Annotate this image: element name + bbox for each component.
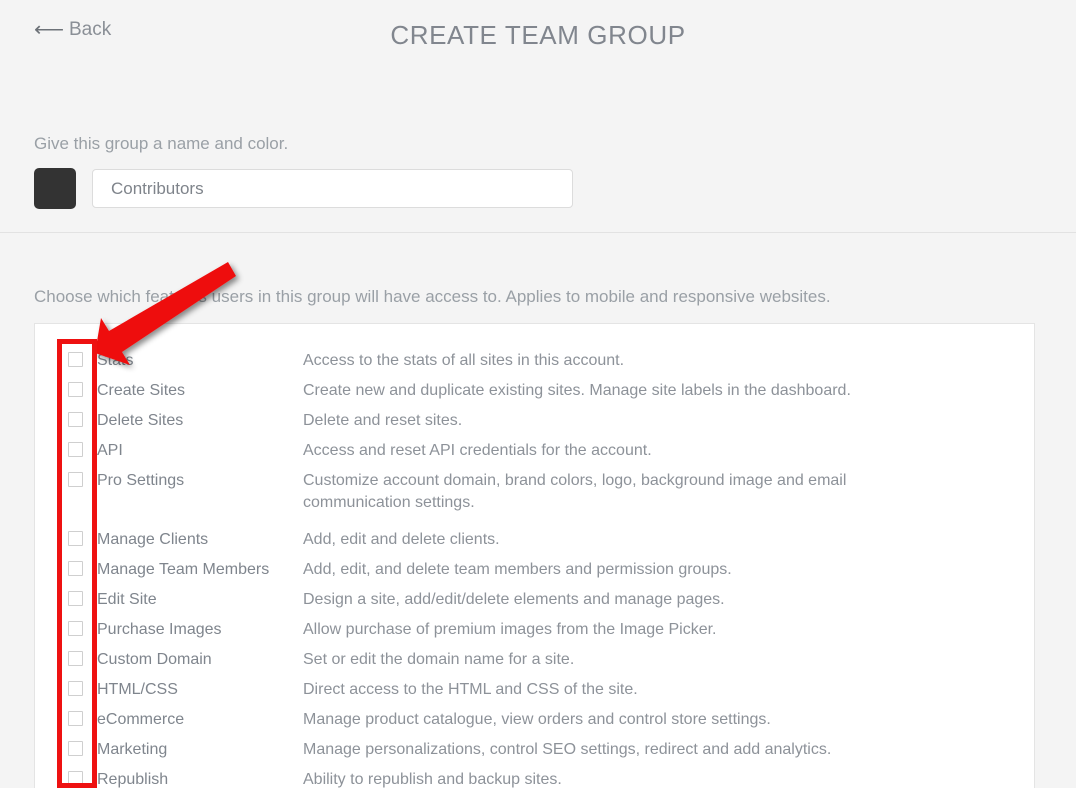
page-header: ⟵ Back CREATE TEAM GROUP (0, 0, 1076, 60)
feature-checkbox-cell (35, 619, 97, 636)
feature-row: Stats Access to the stats of all sites in… (35, 350, 1034, 380)
feature-description: Customize account domain, brand colors, … (303, 470, 1034, 514)
feature-row: eCommerce Manage product catalogue, view … (35, 709, 1034, 739)
feature-description: Create new and duplicate existing sites.… (303, 380, 1034, 402)
feature-description-line1: Delete and reset sites. (303, 412, 463, 429)
feature-label: Pro Settings (97, 472, 185, 489)
feature-checkbox-cell (35, 350, 97, 367)
feature-row: Create Sites Create new and duplicate exi… (35, 380, 1034, 410)
feature-label: Delete Sites (97, 412, 184, 429)
checkbox-icon[interactable] (68, 352, 83, 367)
feature-checkbox-cell (35, 679, 97, 696)
feature-row: Marketing Manage personalizations, contro… (35, 739, 1034, 769)
feature-description: Direct access to the HTML and CSS of the… (303, 679, 1034, 701)
group-name-section: Give this group a name and color. (0, 60, 1076, 233)
feature-row: Pro Settings Customize account domain, br… (35, 470, 1034, 514)
feature-description-line1: Ability to republish and backup sites. (303, 771, 562, 788)
checkbox-icon[interactable] (68, 621, 83, 636)
feature-label: Edit Site (97, 591, 157, 608)
feature-label: Stats (97, 352, 134, 369)
feature-description-line1: Manage product catalogue, view orders an… (303, 711, 771, 728)
feature-description: Access and reset API credentials for the… (303, 440, 1034, 462)
feature-checkbox-cell (35, 649, 97, 666)
checkbox-icon[interactable] (68, 412, 83, 427)
feature-description-line1: Add, edit and delete clients. (303, 531, 500, 548)
feature-description: Design a site, add/edit/delete elements … (303, 589, 1034, 611)
checkbox-icon[interactable] (68, 472, 83, 487)
feature-row: Custom Domain Set or edit the domain name… (35, 649, 1034, 679)
feature-description-line1: Access and reset API credentials for the… (303, 442, 652, 459)
feature-row: Purchase Images Allow purchase of premium… (35, 619, 1034, 649)
feature-description-line1: Allow purchase of premium images from th… (303, 621, 717, 638)
feature-description-line1: Create new and duplicate existing sites.… (303, 382, 851, 399)
feature-label: Manage Clients (97, 531, 209, 548)
feature-row: HTML/CSS Direct access to the HTML and CS… (35, 679, 1034, 709)
group-name-row (34, 168, 573, 209)
feature-description: Add, edit and delete clients. (303, 529, 1034, 551)
feature-row: Delete Sites Delete and reset sites. (35, 410, 1034, 440)
feature-label: API (97, 442, 123, 459)
group-name-hint: Give this group a name and color. (34, 134, 289, 153)
group-name-input[interactable] (92, 169, 573, 208)
feature-label: Purchase Images (97, 621, 222, 638)
feature-row: Edit Site Design a site, add/edit/delete … (35, 589, 1034, 619)
checkbox-icon[interactable] (68, 681, 83, 696)
feature-row: Republish Ability to republish and backup… (35, 769, 1034, 788)
feature-row: API Access and reset API credentials for … (35, 440, 1034, 470)
feature-label: Manage Team Members (97, 561, 270, 578)
feature-description: Ability to republish and backup sites. (303, 769, 1034, 788)
feature-row: Manage Team Members Add, edit, and delete… (35, 559, 1034, 589)
checkbox-icon[interactable] (68, 741, 83, 756)
feature-checkbox-cell (35, 709, 97, 726)
feature-checkbox-cell (35, 529, 97, 546)
feature-description: Manage product catalogue, view orders an… (303, 709, 1034, 731)
checkbox-icon[interactable] (68, 442, 83, 457)
feature-description: Delete and reset sites. (303, 410, 1034, 432)
feature-description: Manage personalizations, control SEO set… (303, 739, 1034, 761)
feature-description-line1: Design a site, add/edit/delete elements … (303, 591, 725, 608)
feature-label: Create Sites (97, 382, 186, 399)
feature-checkbox-cell (35, 440, 97, 457)
feature-description-line1: Direct access to the HTML and CSS of the… (303, 681, 638, 698)
feature-description-line1: Set or edit the domain name for a site. (303, 651, 575, 668)
checkbox-icon[interactable] (68, 531, 83, 546)
features-intro-text: Choose which features users in this grou… (34, 287, 831, 306)
feature-description: Set or edit the domain name for a site. (303, 649, 1034, 671)
feature-checkbox-cell (35, 470, 97, 487)
feature-description-line2: communication settings. (303, 494, 475, 511)
features-list: Stats Access to the stats of all sites in… (35, 324, 1034, 788)
feature-description: Add, edit, and delete team members and p… (303, 559, 1034, 581)
feature-checkbox-cell (35, 589, 97, 606)
feature-label: HTML/CSS (97, 681, 178, 698)
group-color-swatch[interactable] (34, 168, 76, 209)
features-panel: Stats Access to the stats of all sites in… (34, 323, 1035, 788)
feature-description-line1: Manage personalizations, control SEO set… (303, 741, 832, 758)
page-title: CREATE TEAM GROUP (390, 20, 686, 50)
feature-description: Access to the stats of all sites in this… (303, 350, 1034, 372)
checkbox-icon[interactable] (68, 561, 83, 576)
feature-checkbox-cell (35, 380, 97, 397)
checkbox-icon[interactable] (68, 591, 83, 606)
feature-label: Marketing (97, 741, 168, 758)
feature-description-line1: Access to the stats of all sites in this… (303, 352, 625, 369)
feature-description-line1: Add, edit, and delete team members and p… (303, 561, 732, 578)
feature-checkbox-cell (35, 410, 97, 427)
feature-checkbox-cell (35, 559, 97, 576)
feature-label: eCommerce (97, 711, 185, 728)
feature-checkbox-cell (35, 739, 97, 756)
feature-description: Allow purchase of premium images from th… (303, 619, 1034, 641)
checkbox-icon[interactable] (68, 382, 83, 397)
feature-checkbox-cell (35, 769, 97, 786)
feature-row: Manage Clients Add, edit and delete clien… (35, 529, 1034, 559)
feature-label: Republish (97, 771, 169, 788)
feature-description-line1: Customize account domain, brand colors, … (303, 472, 847, 489)
checkbox-icon[interactable] (68, 711, 83, 726)
checkbox-icon[interactable] (68, 771, 83, 786)
feature-label: Custom Domain (97, 651, 212, 668)
checkbox-icon[interactable] (68, 651, 83, 666)
